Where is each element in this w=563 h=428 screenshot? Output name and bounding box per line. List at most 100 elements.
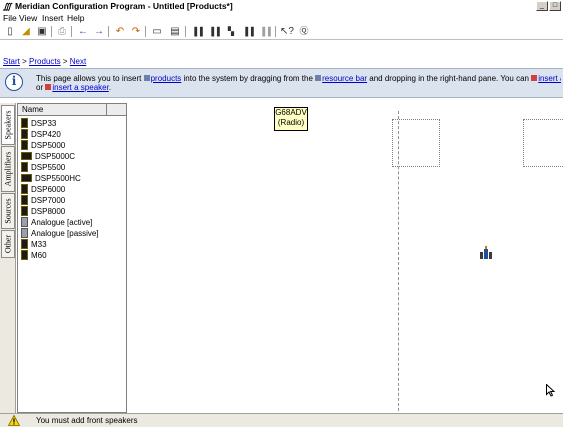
- list-item[interactable]: DSP33: [21, 117, 57, 129]
- list-item-label: M60: [31, 251, 47, 260]
- list-item[interactable]: DSP7000: [21, 194, 65, 206]
- list-item[interactable]: Analogue [passive]: [21, 227, 99, 239]
- list-item[interactable]: DSP420: [21, 128, 61, 140]
- info-icon: i: [5, 73, 23, 91]
- breadcrumb: Start > Products > Next: [0, 56, 563, 67]
- speaker-icon: [21, 194, 28, 205]
- insert-icon: [531, 75, 538, 81]
- context-help-icon[interactable]: ↖?: [280, 25, 294, 38]
- status-bar: You must add front speakers: [0, 413, 563, 427]
- resource-tab-strip: Speakers Amplifiers Sources Other: [0, 103, 16, 413]
- list-item[interactable]: DSP6000: [21, 183, 65, 195]
- tab-label: Sources: [3, 198, 13, 224]
- speaker-drop-zone[interactable]: [523, 119, 563, 167]
- breadcrumb-products[interactable]: Products: [29, 57, 61, 66]
- speaker-drop-zone[interactable]: [392, 119, 440, 167]
- open-folder-icon[interactable]: ◢: [19, 25, 33, 38]
- new-file-icon[interactable]: ▯: [3, 25, 17, 38]
- speaker-icon: [21, 128, 28, 139]
- list-item-label: Analogue [passive]: [31, 229, 99, 238]
- title-bar: ∭ Meridian Configuration Program - Untit…: [0, 0, 563, 13]
- toolbar-separator: [185, 26, 187, 37]
- list-header-name[interactable]: Name: [18, 104, 126, 116]
- toolbar: ▯ ◢ ▣ ⎙ ← → ↶ ↷ ▭ ▤ ▐▐ ▐▐ ▚ ▐▐ ▐▐ ↖? Ⓠ: [0, 24, 563, 40]
- layout-row-icon[interactable]: ▐▐: [241, 25, 255, 38]
- breadcrumb-next[interactable]: Next: [70, 57, 86, 66]
- minimize-button[interactable]: _: [536, 1, 548, 11]
- status-message: You must add front speakers: [36, 416, 138, 425]
- forward-arrow-icon[interactable]: →: [92, 25, 106, 38]
- undo-icon[interactable]: ↶: [113, 25, 127, 38]
- toolbar-separator: [108, 26, 110, 37]
- list-item[interactable]: M33: [21, 238, 47, 250]
- info-text-part: or: [36, 83, 46, 92]
- list-item[interactable]: DSP5500HC: [21, 173, 81, 184]
- menu-file[interactable]: File: [3, 13, 17, 24]
- breadcrumb-separator: >: [62, 57, 68, 66]
- list-item-label: Analogue [active]: [31, 218, 93, 227]
- meridian-logo-icon: ∭: [3, 2, 12, 11]
- info-text-part: This page allows you to insert: [36, 74, 144, 83]
- info-text-part: into the system by dragging from the: [181, 74, 316, 83]
- list-item[interactable]: DSP5000C: [21, 151, 75, 162]
- info-banner: i This page allows you to insert product…: [0, 68, 563, 98]
- help-topic-icon: [143, 75, 150, 81]
- tab-amplifiers[interactable]: Amplifiers: [1, 146, 15, 192]
- layout-speakers-icon[interactable]: ▐▐: [190, 25, 204, 38]
- list-item[interactable]: DSP5500: [21, 161, 66, 173]
- back-arrow-icon[interactable]: ←: [76, 25, 90, 38]
- product-tooltip: G68ADV (Radio): [274, 107, 308, 131]
- redo-icon[interactable]: ↷: [129, 25, 143, 38]
- list-item[interactable]: DSP8000: [21, 205, 65, 217]
- layout-pairs-icon[interactable]: ▐▐: [207, 25, 221, 38]
- menu-insert[interactable]: Insert: [42, 13, 63, 24]
- list-item-label: DSP5500: [31, 163, 66, 172]
- menu-help[interactable]: Help: [67, 13, 84, 24]
- layout-surround-icon[interactable]: ▚: [224, 25, 238, 38]
- speaker-icon: [21, 205, 28, 216]
- menu-view[interactable]: View: [19, 13, 37, 24]
- speaker-icon: [21, 249, 28, 260]
- product-list: Name DSP33 DSP420 DSP5000 DSP5000C DSP5500 DS…: [17, 103, 127, 413]
- breadcrumb-start[interactable]: Start: [3, 57, 20, 66]
- breadcrumb-separator: >: [22, 57, 27, 66]
- tab-label: Other: [3, 234, 13, 254]
- list-item[interactable]: Analogue [active]: [21, 216, 93, 228]
- maximize-button[interactable]: □: [549, 1, 561, 11]
- insert-source-link[interactable]: insert a source: [538, 74, 561, 83]
- list-item-label: DSP5500HC: [35, 174, 81, 183]
- speaker-icon: [21, 238, 28, 249]
- analogue-speaker-icon: [21, 227, 28, 238]
- list-item[interactable]: DSP5000: [21, 139, 66, 151]
- column-header-label: Name: [22, 105, 44, 114]
- tab-label: Amplifiers: [3, 151, 13, 187]
- listener-position-icon[interactable]: [479, 246, 493, 260]
- column-divider[interactable]: [106, 104, 107, 115]
- speaker-icon: [21, 183, 28, 194]
- list-item-label: DSP33: [31, 119, 57, 128]
- system-canvas[interactable]: G68ADV (Radio): [128, 103, 563, 413]
- center-speaker-icon: [21, 151, 32, 160]
- help-icon[interactable]: Ⓠ: [297, 25, 311, 38]
- display-icon[interactable]: ▭: [150, 25, 164, 38]
- products-link[interactable]: products: [151, 74, 182, 83]
- tab-other[interactable]: Other: [1, 230, 15, 258]
- tab-speakers[interactable]: Speakers: [1, 105, 15, 145]
- toolbar-separator: [71, 26, 73, 37]
- resource-bar-link[interactable]: resource bar: [322, 74, 367, 83]
- help-topic-icon: [315, 75, 322, 81]
- toolbar-separator: [275, 26, 277, 37]
- list-item-label: M33: [31, 240, 47, 249]
- properties-icon[interactable]: ▤: [168, 25, 182, 38]
- tab-sources[interactable]: Sources: [1, 193, 15, 229]
- layout-disabled-icon[interactable]: ▐▐: [258, 25, 272, 38]
- insert-speaker-link[interactable]: insert a speaker: [52, 83, 108, 92]
- tooltip-model: G68ADV: [275, 108, 307, 117]
- speaker-icon: [21, 117, 28, 128]
- list-item[interactable]: M60: [21, 249, 47, 261]
- print-icon[interactable]: ⎙: [55, 25, 69, 38]
- info-text: This page allows you to insert products …: [36, 74, 561, 92]
- save-disk-icon[interactable]: ▣: [35, 25, 49, 38]
- mouse-pointer-icon: [546, 383, 556, 399]
- list-item-label: DSP5000: [31, 141, 66, 150]
